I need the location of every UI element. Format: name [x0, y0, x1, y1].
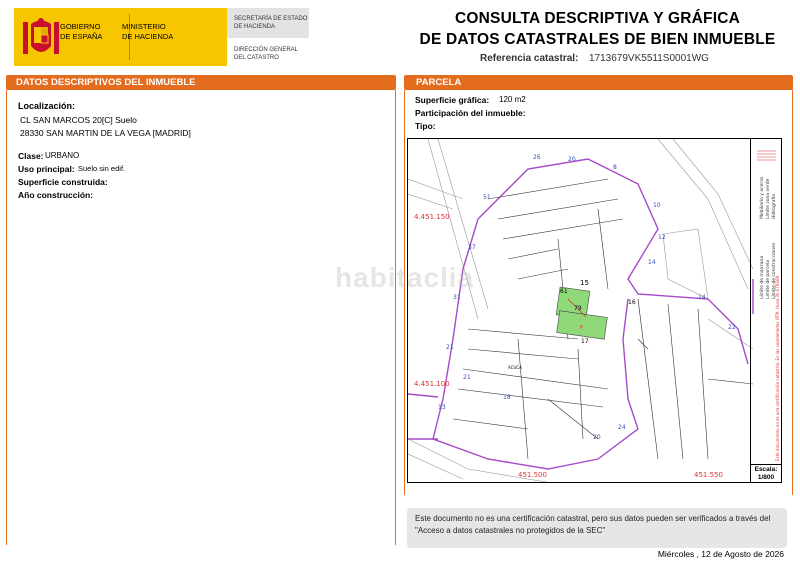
svg-text:13: 13	[438, 404, 446, 411]
legend-note: Este documento no es una certificación c…	[775, 275, 780, 461]
parcel-label-79: 79	[574, 305, 582, 312]
svg-text:26: 26	[533, 154, 541, 161]
legend-item-4: Mobiliario y aceras	[759, 176, 765, 219]
svg-text:21: 21	[463, 374, 471, 381]
descriptive-section-bar: DATOS DESCRIPTIVOS DEL INMUEBLE	[6, 75, 396, 90]
main-use-label: Uso principal:	[18, 164, 75, 174]
address-line1: CL SAN MARCOS 20[C] Suelo	[20, 115, 137, 125]
type-label: Tipo:	[415, 121, 436, 131]
watermark: habitaclia	[335, 262, 475, 293]
parcel-section-title: PARCELA	[416, 77, 462, 88]
built-area-label: Superficie construida:	[18, 177, 108, 187]
svg-text:31: 31	[453, 294, 461, 301]
parcel-label-61: 61	[560, 288, 568, 295]
document-date: Miércoles , 12 de Agosto de 2026	[657, 549, 784, 559]
coat-of-arms-icon	[23, 18, 59, 54]
svg-text:21: 21	[446, 344, 454, 351]
descriptive-section-title: DATOS DESCRIPTIVOS DEL INMUEBLE	[16, 77, 196, 88]
coord-x2: 451.550	[694, 471, 723, 479]
ministry-label: MINISTERIO DE HACIENDA	[122, 22, 174, 41]
document-title: CONSULTA DESCRIPTIVA Y GRÁFICA DE DATOS …	[419, 10, 776, 48]
graphic-area-value: 120 m2	[499, 95, 526, 104]
directorate-label: DIRECCIÓN GENERAL DEL CATASTRO	[234, 47, 299, 61]
svg-text:51: 51	[483, 194, 491, 201]
class-value: URBANO	[45, 151, 80, 160]
coord-y2: 4.451.100	[414, 380, 450, 388]
government-logo	[14, 8, 227, 66]
street-label: ACUCA	[508, 365, 522, 370]
svg-text:8: 8	[613, 164, 617, 171]
legend-item-5: Límite zona verde	[764, 178, 771, 219]
reference-value: 1713679VK5511S0001WG	[589, 53, 709, 64]
cadastral-map[interactable]: 26 20 8 10 12 14 51 37 31 21 13 18 20 24 24 22 2…	[407, 138, 782, 483]
participation-label: Participación del inmueble:	[415, 108, 526, 118]
svg-text:22: 22	[728, 324, 736, 331]
parcel-label-p: P	[580, 325, 583, 331]
parcel-section-bar: PARCELA	[404, 75, 793, 90]
address-line2: 28330 SAN MARTIN DE LA VEGA [MADRID]	[20, 128, 191, 138]
svg-text:37: 37	[468, 244, 476, 251]
secretariat-label: SECRETARÍA DE ESTADO DE HACIENDA	[234, 16, 308, 30]
legend-item-6: Hidrografía	[770, 194, 777, 219]
class-label: Clase:	[18, 151, 44, 161]
svg-text:20: 20	[593, 434, 601, 441]
map-legend: Límite de manzana Límite de parcela Lími…	[750, 139, 781, 465]
svg-text:24: 24	[618, 424, 626, 431]
svg-text:18: 18	[503, 394, 511, 401]
parcel-label-15: 15	[580, 279, 589, 287]
location-label: Localización:	[18, 101, 76, 111]
reference-label: Referencia catastral:	[480, 53, 579, 64]
legend-item-1: Límite de manzana	[758, 256, 765, 299]
scale-label: Escala:	[754, 466, 778, 473]
map-legend-drawing: Límite de manzana Límite de parcela Lími…	[757, 150, 780, 461]
map-scale: Escala: 1/800	[750, 464, 781, 482]
svg-text:10: 10	[653, 202, 661, 209]
scale-value: 1/800	[757, 474, 775, 481]
svg-text:20: 20	[568, 156, 576, 163]
coord-x1: 451.500	[518, 471, 547, 479]
parcel-label-17: 17	[581, 338, 589, 345]
svg-text:12: 12	[658, 234, 666, 241]
parcel-label-16: 16	[628, 299, 636, 306]
svg-text:14: 14	[648, 259, 656, 266]
graphic-area-label: Superficie gráfica:	[415, 95, 490, 105]
svg-text:24: 24	[698, 294, 706, 301]
certification-note: Este documento no es una certificación c…	[407, 508, 787, 548]
cadastral-map-drawing: 26 20 8 10 12 14 51 37 31 21 13 18 20 24 24 22 2…	[408, 139, 754, 482]
government-label: GOBIERNO DE ESPAÑA	[60, 22, 103, 41]
construction-year-label: Año construcción:	[18, 190, 94, 200]
legend-item-2: Límite de parcela	[764, 260, 771, 299]
coord-y1: 4.451.150	[414, 213, 450, 221]
main-use-value: Suelo sin edif.	[78, 164, 126, 173]
